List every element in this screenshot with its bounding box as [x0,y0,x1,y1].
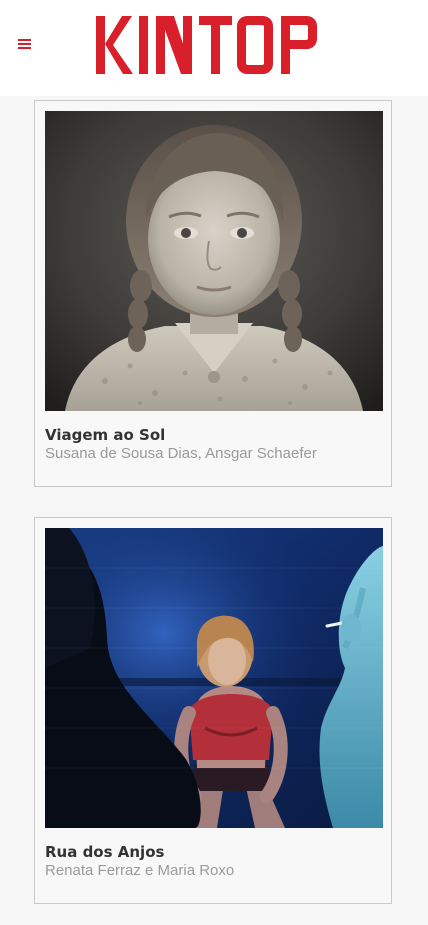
hamburger-menu-icon[interactable] [18,37,32,51]
film-thumbnail[interactable] [45,528,383,828]
film-card[interactable]: Viagem ao Sol Susana de Sousa Dias, Ansg… [34,100,392,487]
film-title[interactable]: Viagem ao Sol [45,426,165,444]
film-title[interactable]: Rua dos Anjos [45,843,164,861]
film-card[interactable]: Rua dos Anjos Renata Ferraz e Maria Roxo [34,517,392,904]
film-authors: Susana de Sousa Dias, Ansgar Schaefer [45,445,317,462]
site-logo[interactable] [96,14,328,81]
kintop-logo-mark [96,16,317,74]
film-thumbnail[interactable] [45,111,383,411]
film-authors: Renata Ferraz e Maria Roxo [45,862,235,879]
portrait-girl-image [45,111,383,411]
blue-scene-image [45,528,383,828]
site-header [0,0,428,96]
